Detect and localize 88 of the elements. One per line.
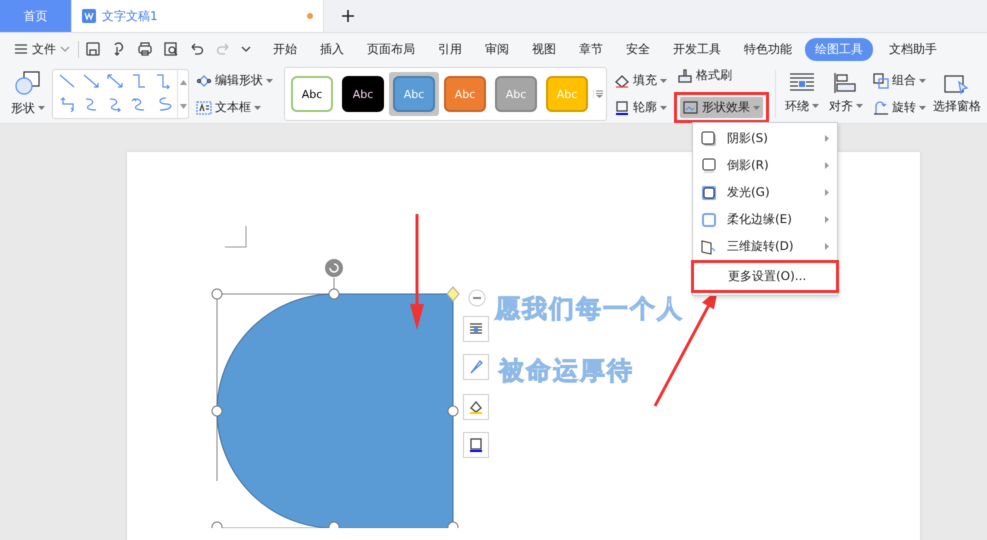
ribbon-tab[interactable]: 开发工具: [663, 38, 731, 60]
connector-line-icon[interactable]: [82, 73, 100, 89]
ribbon-tab[interactable]: 页面布局: [357, 38, 425, 60]
paint-bucket-icon: [614, 72, 630, 88]
menu-item[interactable]: 发光(G): [693, 179, 837, 206]
scroll-down-icon[interactable]: [180, 104, 186, 108]
group-button[interactable]: 组合: [870, 70, 929, 91]
brush-icon: [468, 359, 484, 375]
connector-line-icon[interactable]: [154, 73, 172, 89]
glow-square-icon: [701, 184, 717, 200]
format-painter-icon: [677, 68, 693, 84]
caret-icon: [266, 78, 273, 82]
align-button[interactable]: 对齐: [826, 72, 866, 116]
file-menu[interactable]: 文件: [14, 40, 79, 58]
ribbon-tab[interactable]: 特色功能: [734, 38, 802, 60]
format-painter-button[interactable]: 格式刷: [674, 65, 769, 86]
menu-item[interactable]: 阴影(S): [693, 125, 837, 152]
print-icon: [137, 41, 153, 57]
ribbon-tab[interactable]: 视图: [522, 38, 566, 60]
caret-icon: [919, 78, 926, 82]
connector-line-icon[interactable]: [58, 96, 76, 112]
edit-points-icon: [196, 72, 212, 88]
caret-icon: [812, 104, 819, 108]
connector-line-icon[interactable]: [130, 73, 148, 89]
print-preview-icon: [163, 41, 179, 57]
caret-icon: [919, 106, 926, 110]
outline-button[interactable]: [463, 432, 489, 458]
plus-icon: [340, 8, 356, 24]
gallery-more-icon[interactable]: [596, 90, 602, 98]
connector-line-icon[interactable]: [106, 73, 124, 89]
collapse-icon[interactable]: [468, 289, 486, 307]
text-box-button[interactable]: 文本框: [193, 97, 276, 118]
ribbon-tab[interactable]: 安全: [616, 38, 660, 60]
shape-effects-button[interactable]: 形状效果: [680, 97, 763, 118]
reflection-square-icon: [701, 158, 717, 174]
rotate-button[interactable]: 旋转: [870, 97, 929, 118]
fill-button[interactable]: [463, 394, 489, 420]
connector-line-icon[interactable]: [58, 73, 76, 89]
shape-button[interactable]: 形状: [8, 70, 48, 118]
picture-effects-icon: [683, 100, 699, 116]
ribbon-tab[interactable]: 引用: [428, 38, 472, 60]
soft-edge-square-icon: [701, 212, 717, 228]
menu-item[interactable]: 倒影(R): [693, 152, 837, 179]
save-icon: [85, 41, 101, 57]
document-icon: [82, 9, 96, 23]
corner-mark-icon: [225, 226, 247, 248]
layout-options-button[interactable]: [463, 316, 489, 342]
caret-icon: [660, 106, 667, 110]
document-text: 愿我们每一个人: [495, 293, 684, 325]
text-box-icon: [196, 100, 212, 116]
text-wrap-icon: [789, 72, 815, 94]
outline-square-icon: [614, 100, 630, 116]
outline-square-icon: [468, 437, 484, 453]
ribbon-tab[interactable]: 文档助手: [879, 38, 947, 60]
ribbon-tab[interactable]: 开始: [263, 38, 307, 60]
menu-item[interactable]: 更多设置(O)...: [694, 263, 836, 290]
edit-shape-button[interactable]: 编辑形状: [193, 70, 276, 91]
ribbon-tab[interactable]: 插入: [310, 38, 354, 60]
caret-icon: [753, 106, 760, 110]
document-tab[interactable]: 文字文稿1: [72, 0, 324, 32]
paint-bucket-icon: [468, 399, 484, 415]
document-text: 被命运厚待: [499, 355, 634, 387]
undo-icon: [189, 41, 205, 57]
redo-icon: [215, 41, 231, 57]
scroll-up-icon[interactable]: [180, 80, 186, 84]
wrap-button[interactable]: 环绕: [782, 72, 822, 116]
shapes-icon: [14, 70, 42, 96]
chevron-down-icon: [241, 45, 251, 53]
rotated-square-icon: [701, 238, 717, 254]
outline-button[interactable]: 轮廓: [611, 97, 670, 118]
rotate-icon: [873, 100, 889, 116]
fill-button[interactable]: 填充: [611, 70, 670, 91]
caret-icon: [254, 106, 261, 110]
menu-item[interactable]: 三维旋转(D): [693, 233, 837, 260]
menu-icon: [14, 43, 28, 55]
caret-icon: [856, 104, 863, 108]
shape-style-button[interactable]: [463, 354, 489, 380]
ribbon-tab[interactable]: 章节: [569, 38, 613, 60]
unsaved-dot: [307, 13, 313, 19]
menu-item[interactable]: 柔化边缘(E): [693, 206, 837, 233]
caret-icon: [38, 106, 45, 110]
chevron-down-icon: [60, 45, 70, 53]
selection-pane-icon: [944, 74, 970, 96]
caret-icon: [660, 78, 667, 82]
selection-pane-button[interactable]: 选择窗格: [933, 74, 981, 114]
group-icon: [873, 72, 889, 88]
ribbon-tab[interactable]: 审阅: [475, 38, 519, 60]
shadow-square-icon: [701, 130, 717, 146]
